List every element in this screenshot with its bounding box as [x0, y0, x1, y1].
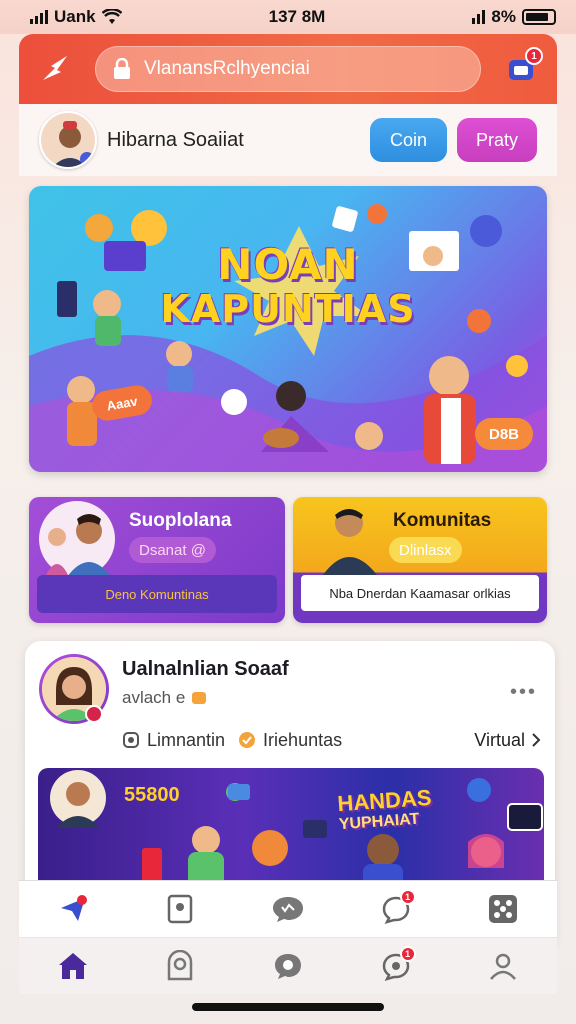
virtual-link[interactable]: Virtual — [474, 730, 541, 751]
party-button[interactable]: Praty — [457, 118, 537, 162]
card-community-bottom[interactable]: Nba Dnerdan Kaamasar orlkias — [301, 575, 539, 611]
notification-button[interactable]: 1 — [501, 47, 543, 89]
app-header: VlanansRclhyenciai 1 — [19, 34, 557, 104]
signal-icon-2 — [472, 10, 486, 24]
coin-button[interactable]: Coin — [370, 118, 447, 162]
status-left: Uank — [30, 7, 122, 27]
action-two-label: Iriehuntas — [263, 729, 343, 750]
profile-icon — [490, 953, 517, 980]
card-community-title: Komunitas — [393, 510, 492, 531]
card-social-avatar — [39, 501, 115, 577]
tag-icon — [192, 692, 207, 704]
chevron-right-icon — [532, 733, 541, 747]
tab-dice[interactable] — [483, 889, 523, 929]
post-banner-title: HANDAS YUPHAIAT — [337, 785, 434, 833]
message-icon — [274, 954, 301, 979]
banner-title-line2: KAPUNTIAS — [160, 287, 416, 331]
card-social-title: Suoplolana — [129, 510, 232, 531]
tab-bookmark[interactable] — [160, 889, 200, 929]
post-meta-text: avlach e — [122, 688, 186, 707]
post-banner[interactable]: 55800 HANDAS YUPHAIAT — [38, 768, 544, 888]
home-indicator[interactable] — [192, 1003, 384, 1011]
tab-home[interactable] — [53, 946, 93, 986]
tab-bar-top: 1 — [19, 880, 557, 938]
banner-title-line1: NOAN — [217, 240, 359, 289]
post-meta: avlach e — [122, 688, 207, 708]
tab-comment-badge: 1 — [399, 889, 416, 905]
dice-icon — [489, 895, 518, 923]
card-social-bottom[interactable]: Deno Komuntinas — [37, 575, 277, 613]
home-icon — [58, 953, 87, 979]
card-community-avatar — [323, 509, 377, 575]
tab-comment[interactable]: 1 — [376, 889, 416, 929]
clock: 137 8M — [268, 7, 326, 26]
tab-message[interactable] — [268, 946, 308, 986]
tab-profile[interactable] — [483, 946, 523, 986]
tab-notification[interactable]: 1 — [376, 946, 416, 986]
lightning-icon[interactable] — [35, 48, 77, 90]
search-placeholder: VlanansRclhyenciai — [144, 58, 310, 79]
signal-icon — [30, 10, 48, 24]
tab-bar-bottom: 1 — [19, 938, 557, 994]
card-community[interactable]: Komunitas Dlinlasx Nba Dnerdan Kaamasar … — [293, 497, 547, 623]
battery-percent: 8% — [491, 7, 516, 26]
post-avatar-badge — [85, 705, 103, 723]
card-social-pill: Dsanat @ — [129, 537, 216, 563]
status-right: 8% — [472, 7, 556, 27]
banner-badge[interactable]: D8B — [475, 418, 533, 450]
bookmark-icon — [168, 894, 193, 924]
action-one-label: Limnantin — [147, 729, 226, 750]
post-banner-illustration — [50, 770, 543, 888]
carrier-label: Uank — [54, 7, 96, 26]
tab-notification-badge: 1 — [399, 946, 416, 962]
post-title: Ualnalnlian Soaaf — [122, 658, 289, 680]
notification-badge: 1 — [525, 47, 543, 65]
battery-icon — [521, 9, 556, 25]
tab-send[interactable] — [53, 889, 93, 929]
action-one[interactable]: Limnantin — [121, 730, 225, 751]
post-banner-number: 55800 — [124, 784, 180, 806]
clip-icon — [123, 732, 139, 748]
tab-chat[interactable] — [268, 889, 308, 929]
tab-group[interactable] — [160, 946, 200, 986]
search-input[interactable]: VlanansRclhyenciai — [95, 46, 481, 92]
status-bar: Uank 137 8M 8% — [0, 0, 576, 34]
action-two[interactable]: Iriehuntas — [237, 730, 342, 751]
avatar[interactable] — [39, 111, 97, 169]
gift-icon — [239, 732, 256, 748]
profile-row: Hibarna Soaiiat Coin Praty — [19, 104, 557, 176]
banner-title: NOAN KAPUNTIAS — [29, 240, 547, 331]
promo-banner[interactable]: NOAN KAPUNTIAS D8B — [29, 186, 547, 472]
profile-name: Hibarna Soaiiat — [107, 128, 244, 151]
group-icon — [168, 950, 193, 981]
lock-icon — [114, 58, 130, 79]
post-actions: Limnantin Iriehuntas Virtual — [121, 727, 541, 753]
send-icon — [60, 895, 87, 921]
card-community-pill: Dlinlasx — [389, 537, 462, 563]
chat-icon — [272, 897, 303, 922]
wifi-icon — [101, 9, 122, 24]
card-social[interactable]: Suoplolana Dsanat @ Deno Komuntinas — [29, 497, 285, 623]
more-options-icon[interactable]: ••• — [510, 681, 537, 704]
virtual-link-label: Virtual — [474, 729, 525, 750]
